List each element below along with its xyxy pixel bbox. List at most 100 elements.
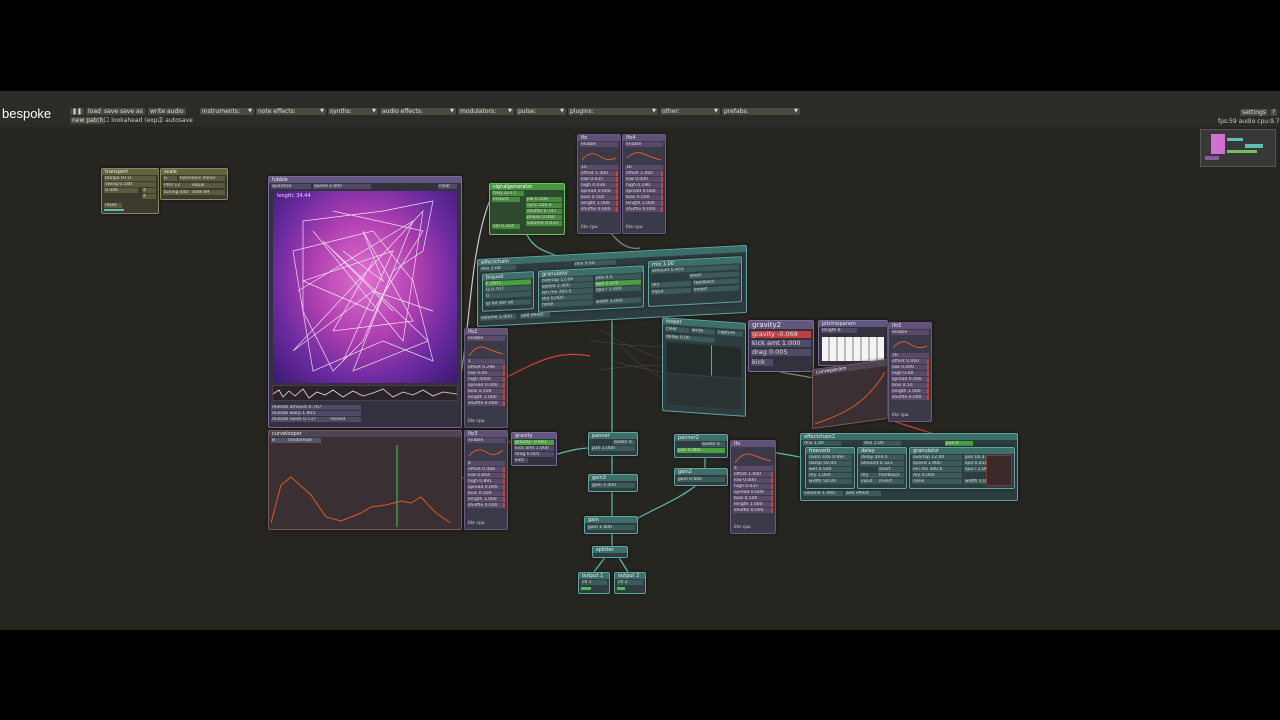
offset-slider[interactable]: offset 1.000 — [733, 472, 773, 477]
randomize-button[interactable]: randomize — [287, 438, 321, 443]
drag-slider[interactable]: drag 0.005 — [514, 452, 554, 457]
lfo-interval-select[interactable]: 4 — [467, 461, 505, 466]
len-slider[interactable]: len ms 300.0 — [912, 467, 962, 472]
shuffle-slider[interactable]: shuffle 0.747 — [526, 209, 562, 214]
spread-slider[interactable]: spread 0.000 — [467, 383, 505, 388]
low-slider[interactable]: low 0.000 — [733, 478, 773, 483]
menu-synths[interactable]: synths: ▼ — [328, 108, 378, 115]
lite-cpu-checkbox[interactable]: lite cpu — [892, 413, 909, 418]
width-slider[interactable]: width 1.000 — [595, 297, 641, 305]
clear-button[interactable]: clear — [438, 184, 457, 189]
gain-slider[interactable]: gain 1.000 — [591, 483, 635, 488]
vol-slider[interactable]: vol 0.354 — [492, 224, 520, 229]
gravity-slider[interactable]: gravity -0.681 — [514, 440, 554, 445]
mutate-amount-slider[interactable]: mutate amount 0.707 — [271, 405, 361, 410]
offset-slider[interactable]: offset 0.000 — [891, 359, 929, 364]
lfo-interval-select[interactable]: 1 — [467, 359, 505, 364]
shuffle-slider[interactable]: shuffle 0.000 — [625, 207, 663, 212]
bias-slider[interactable]: bias 0.500 — [467, 389, 505, 394]
g-slider[interactable]: G — [485, 291, 531, 299]
input-checkbox[interactable]: input — [651, 287, 691, 295]
lite-cpu-checkbox[interactable]: lite cpu — [734, 525, 751, 530]
sync-slider[interactable]: sync 200.0 — [526, 203, 562, 208]
clear-button[interactable]: clear — [665, 326, 689, 333]
shuffle-slider[interactable]: shuffle 0.000 — [891, 395, 929, 400]
lookahead-checkbox[interactable]: ☐ lookahead (exp.) — [104, 117, 162, 124]
length-slider[interactable]: length 1.000 — [891, 389, 929, 394]
delay-slider[interactable]: delay 4n4.0 — [860, 455, 904, 460]
keyboard-display[interactable] — [822, 337, 884, 361]
enable-checkbox[interactable]: enable — [467, 438, 505, 443]
save-as-button[interactable]: save as — [118, 108, 145, 115]
low-slider[interactable]: low 0.000 — [625, 177, 663, 182]
swing-slider[interactable]: swing 0.500 — [104, 182, 156, 187]
low-slider[interactable]: low 0.035 — [580, 177, 618, 182]
help-button[interactable]: ? — [1270, 109, 1278, 116]
kick-button[interactable]: kick — [514, 458, 528, 463]
shuffle-slider[interactable]: shuffle 0.000 — [733, 508, 773, 513]
pos-slider[interactable]: pos 16.3 — [964, 455, 986, 460]
mutate-warp-slider[interactable]: mutate warp 1.805 — [271, 411, 361, 416]
enable-checkbox[interactable]: enable — [891, 330, 929, 335]
spread-slider[interactable]: spread 0.000 — [891, 377, 929, 382]
gravity-slider[interactable]: gravity -0.068 — [751, 331, 811, 338]
length-slider[interactable]: length 1.000 — [580, 201, 618, 206]
spread-slider[interactable]: spread 0.000 — [733, 490, 773, 495]
mix-slider[interactable]: mix 1.00 — [480, 265, 516, 272]
bias-slider[interactable]: bias 0.500 — [733, 496, 773, 501]
pw-slider[interactable]: pw 0.500 — [526, 197, 562, 202]
write-audio-button[interactable]: write audio — [148, 108, 186, 115]
drag-slider[interactable]: drag 0.005 — [751, 349, 811, 356]
shuffle-slider[interactable]: shuffle 0.000 — [580, 207, 618, 212]
width-slider[interactable]: width 50.00 — [808, 479, 852, 484]
autosave-checkbox[interactable]: ☐ autosave — [158, 117, 193, 124]
pan-slider[interactable]: pan 0.866 — [677, 448, 725, 453]
root-select[interactable]: G — [163, 176, 177, 181]
offset-slider[interactable]: offset 0.468 — [467, 467, 505, 472]
lite-cpu-checkbox[interactable]: lite cpu — [468, 419, 485, 424]
add-effect-select[interactable]: add effect — [520, 312, 550, 319]
bias-slider[interactable]: bias 0.500 — [467, 491, 505, 496]
pan-slider[interactable]: pan 1.000 — [591, 446, 635, 451]
enable-checkbox[interactable]: enable — [467, 336, 505, 341]
enable-checkbox[interactable]: enable — [580, 142, 618, 147]
high-slider[interactable]: high 0.637 — [733, 484, 773, 489]
menu-plugins[interactable]: plugins: ▼ — [568, 108, 658, 115]
spread-slider[interactable]: spread 0.000 — [467, 485, 505, 490]
spa-slider[interactable]: spa r 1.000 — [595, 285, 641, 293]
load-button[interactable]: load — [86, 108, 103, 115]
low-slider[interactable]: low 0.844 — [467, 473, 505, 478]
instant-select[interactable]: instant — [492, 197, 520, 202]
new-patch-button[interactable]: new patch — [70, 117, 106, 124]
dry-checkbox[interactable]: dry — [860, 473, 878, 478]
length-slider[interactable]: length 1.000 — [467, 395, 505, 400]
delay-slider[interactable]: delay 0.00 — [665, 334, 715, 343]
gain-slider[interactable]: gain 0.600 — [677, 477, 725, 482]
enable-checkbox[interactable]: enable — [625, 142, 663, 147]
dry-checkbox[interactable]: dry — [651, 280, 691, 288]
mix-slider-2[interactable]: mix 1.00 — [863, 441, 901, 446]
feedback-checkbox[interactable]: feedback — [693, 278, 739, 286]
speed-slider[interactable]: speed 1.000 — [912, 461, 962, 466]
offset-slider[interactable]: offset 1.000 — [625, 171, 663, 176]
offset-slider[interactable]: offset 0.296 — [467, 365, 505, 370]
kick-amt-slider[interactable]: kick amt 1.000 — [751, 340, 811, 347]
spa-slider[interactable]: spa r 1.000 — [964, 467, 986, 472]
dry-slider[interactable]: dry 0.000 — [912, 473, 962, 478]
minimap[interactable] — [1200, 129, 1276, 167]
high-slider[interactable]: high 4000 — [467, 377, 505, 382]
spd-slider[interactable]: spd 0.018 — [964, 461, 986, 466]
tempo-slider[interactable]: tempo 97.0 — [104, 176, 156, 181]
tuning-select[interactable]: equal — [191, 183, 225, 188]
settings-button[interactable]: settings — [1240, 109, 1268, 116]
lite-cpu-checkbox[interactable]: lite cpu — [468, 521, 485, 526]
low-slider[interactable]: low 0.09 — [467, 371, 505, 376]
gain-slider[interactable]: gain 1.000 — [587, 525, 635, 530]
short-checkbox[interactable]: short — [878, 467, 904, 472]
pitch-field[interactable]: PPO 12 — [163, 183, 191, 188]
offset-slider[interactable]: offset 1.000 — [580, 171, 618, 176]
lfo-interval-select[interactable]: 16 — [891, 353, 929, 358]
volume-slider[interactable]: volume 1.000 — [803, 491, 843, 496]
none-select[interactable]: none — [912, 479, 962, 484]
channel-select[interactable]: ch 1 — [581, 580, 607, 585]
